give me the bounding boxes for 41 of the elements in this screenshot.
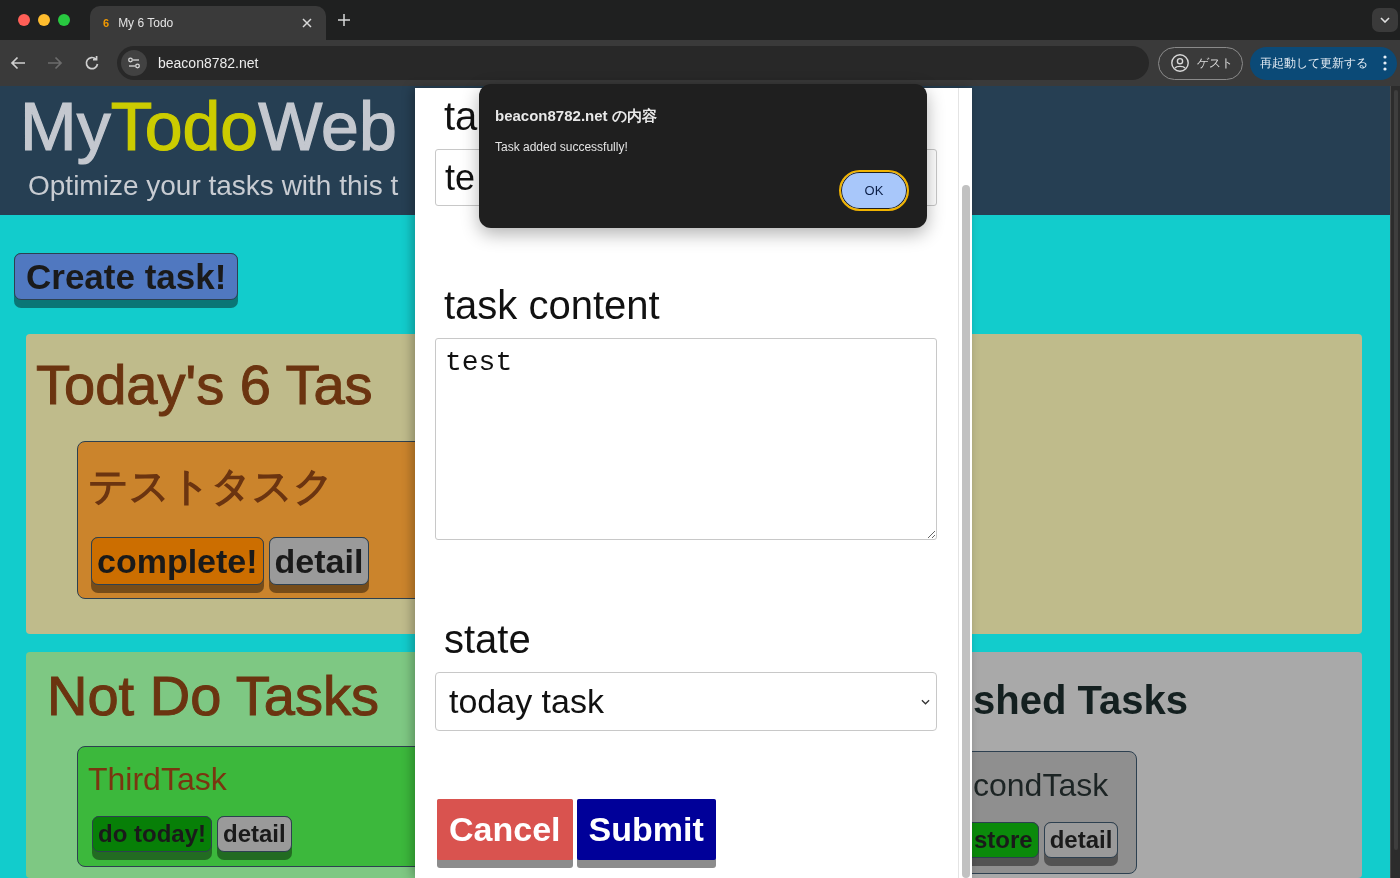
section-heading: shed Tasks [973,677,1188,723]
complete-button[interactable]: complete! [91,537,264,593]
update-button[interactable]: 再起動して更新する [1250,46,1397,80]
detail-button[interactable]: detail [217,816,292,861]
scrollbar[interactable] [961,185,970,878]
dropdown[interactable]: today task [435,672,937,731]
person-icon [1171,54,1189,72]
field-label: ta [444,93,478,139]
text-area[interactable]: test [435,338,937,540]
plus-icon[interactable] [338,14,350,26]
site-subtitle: Optimize your tasks with this t [28,169,399,203]
menu-dots-icon[interactable] [1383,55,1387,71]
scrollbar[interactable] [1390,86,1400,878]
section-heading: Today's 6 Tas [36,352,373,417]
field-label: state [444,616,531,662]
maximize-window-icon[interactable] [58,14,70,26]
ok-button[interactable]: OK [839,170,909,211]
section-heading: Not Do Tasks [47,664,379,729]
detail-button[interactable]: detail [1043,822,1119,866]
minimize-window-icon[interactable] [38,14,50,26]
dialog-title: beacon8782.net の内容 [495,106,657,126]
cancel-button[interactable]: Cancel [437,799,573,868]
close-icon[interactable] [302,18,312,28]
address-bar[interactable]: beacon8782.net [117,46,1149,80]
chevron-down-icon [1380,17,1390,23]
detail-button[interactable]: detail [268,537,370,593]
tab-list-button[interactable] [1372,8,1398,32]
submit-button[interactable]: Submit [576,799,716,868]
close-window-icon[interactable] [18,14,30,26]
back-arrow-icon[interactable] [10,55,26,71]
browser-tab[interactable]: 6 My 6 Todo [90,6,326,40]
task-title: condTask [973,766,1109,804]
create-task-button[interactable]: Create task! [14,252,239,308]
dialog-message: Task added successfully! [495,139,628,155]
chevron-down-icon [921,698,930,705]
task-title: ThirdTask [88,760,227,799]
reload-icon[interactable] [84,55,100,71]
favicon: 6 [103,17,110,29]
task-title: テストタスク [88,463,334,510]
field-label: task content [444,282,660,328]
sliders-icon[interactable] [121,50,147,76]
